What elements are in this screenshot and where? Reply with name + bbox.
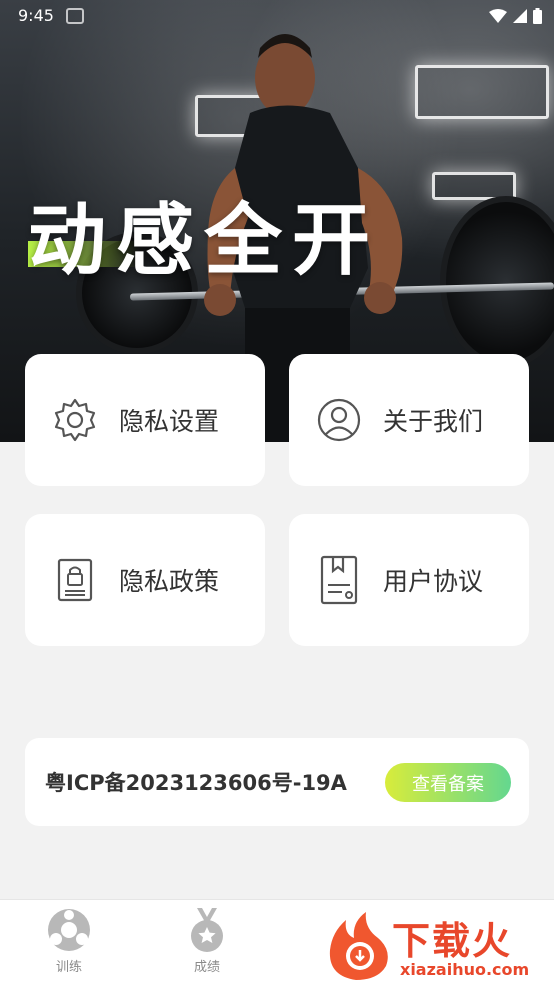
- nav-item-training[interactable]: 训练: [29, 908, 109, 975]
- icp-record-card: 粤ICP备2023123606号-19A 查看备案: [25, 738, 529, 826]
- notification-icon: [66, 8, 84, 24]
- watermark-logo: 下载火 xiazaihuo.com: [326, 908, 554, 984]
- cell-signal-icon: [513, 9, 527, 23]
- nav-label-training: 训练: [55, 960, 82, 975]
- wifi-icon: [489, 9, 507, 23]
- privacy-settings-card[interactable]: 隐私设置: [25, 354, 265, 486]
- user-agreement-label: 用户协议: [383, 567, 484, 596]
- battery-icon: [533, 8, 542, 24]
- status-time: 9:45: [18, 6, 54, 25]
- lock-document-icon: [51, 556, 99, 604]
- user-agreement-card[interactable]: 用户协议: [289, 514, 529, 646]
- privacy-settings-label: 隐私设置: [119, 407, 220, 436]
- gear-icon: [51, 396, 99, 444]
- user-icon: [315, 396, 363, 444]
- nav-label-achievements: 成绩: [193, 960, 220, 975]
- about-us-label: 关于我们: [383, 407, 484, 436]
- privacy-policy-card[interactable]: 隐私政策: [25, 514, 265, 646]
- ceiling-light: [415, 65, 549, 119]
- view-record-button[interactable]: 查看备案: [385, 763, 511, 802]
- hero-title: 动感全开: [28, 196, 381, 286]
- watermark-url: xiazaihuo.com: [400, 960, 530, 979]
- medal-icon: [191, 908, 223, 952]
- about-us-card[interactable]: 关于我们: [289, 354, 529, 486]
- watermark-text: 下载火: [392, 919, 513, 963]
- agreement-document-icon: [315, 555, 363, 605]
- nav-item-achievements[interactable]: 成绩: [167, 908, 247, 975]
- flame-logo-icon: [329, 912, 388, 980]
- status-bar: 9:45: [0, 0, 554, 32]
- icp-record-number: 粤ICP备2023123606号-19A: [45, 771, 347, 795]
- status-icons: [489, 8, 542, 24]
- privacy-policy-label: 隐私政策: [119, 567, 220, 596]
- training-ball-icon: [48, 909, 90, 951]
